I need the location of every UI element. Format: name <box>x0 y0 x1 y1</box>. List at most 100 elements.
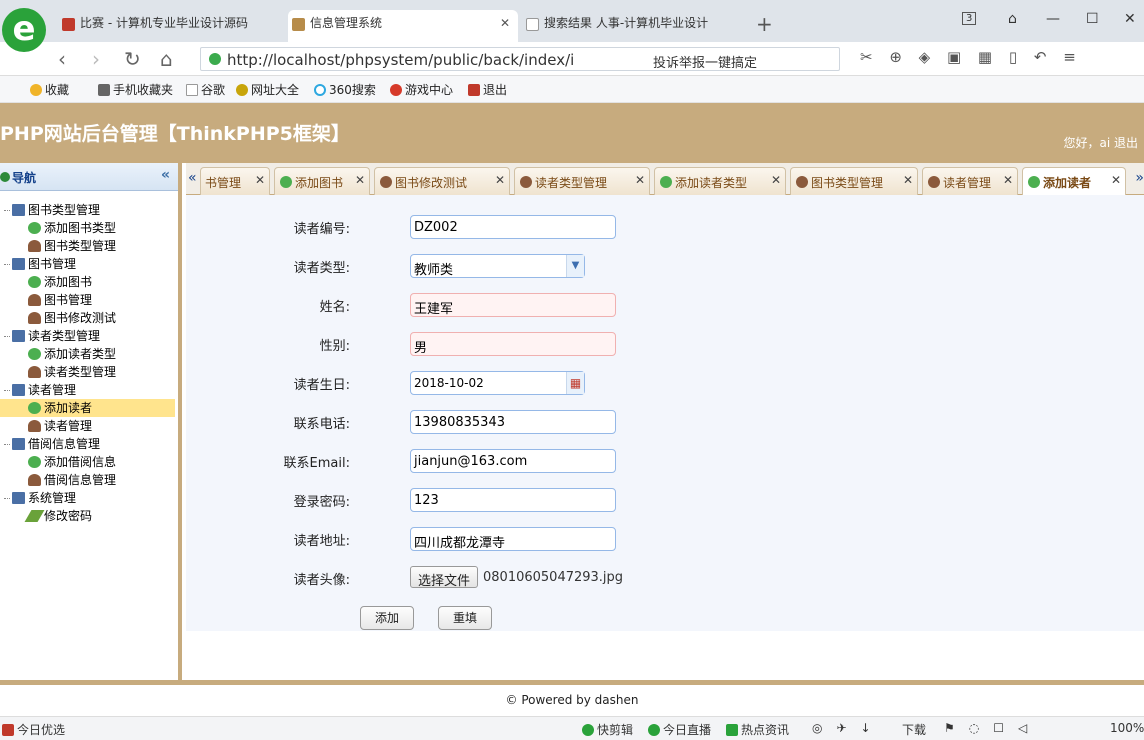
page-footer: © Powered by dashen <box>0 680 1144 716</box>
content-tab[interactable]: 图书类型管理 ✕ <box>790 167 918 195</box>
name-input[interactable]: 王建军 <box>410 293 616 317</box>
page-icon <box>292 18 305 31</box>
close-tab-icon[interactable]: ✕ <box>635 173 645 187</box>
game-icon <box>390 84 402 96</box>
tree-item[interactable]: 读者类型管理 <box>0 363 178 381</box>
status-icons[interactable]: ◎✈↓ <box>812 721 885 735</box>
home-icon[interactable]: ⌂ <box>160 47 173 71</box>
close-tab-icon[interactable]: ✕ <box>1111 173 1121 187</box>
address-input[interactable]: 四川成都龙潭寺 <box>410 527 616 551</box>
email-input[interactable]: jianjun@163.com <box>410 449 616 473</box>
bookmark-google[interactable]: 谷歌 <box>186 81 225 98</box>
choose-file-button[interactable]: 选择文件 <box>410 566 479 589</box>
tree-item[interactable]: 读者管理 <box>0 417 178 435</box>
content-tab[interactable]: 添加读者类型 ✕ <box>654 167 786 195</box>
tree-line <box>4 498 10 499</box>
browser-tab-1[interactable]: 比赛 - 计算机专业毕业设计源码 <box>58 10 286 42</box>
tree-group[interactable]: 图书管理 <box>0 255 178 273</box>
add-button[interactable]: 添加 <box>360 606 414 630</box>
tree-item[interactable]: 图书管理 <box>0 291 178 309</box>
content-tab-label: 图书类型管理 <box>811 176 884 190</box>
add-circle-icon <box>28 222 41 234</box>
content-tab[interactable]: 添加图书 ✕ <box>274 167 370 195</box>
tree-item[interactable]: 添加读者 <box>0 399 175 417</box>
forward-arrow-icon[interactable]: › <box>92 47 100 71</box>
tree-item[interactable]: 图书修改测试 <box>0 309 178 327</box>
maximize-button[interactable]: ☐ <box>1086 11 1099 27</box>
status-live[interactable]: 今日直播 <box>648 721 711 738</box>
browser-tab-3[interactable]: 搜索结果 人事-计算机毕业设计 <box>522 10 750 42</box>
scroll-tabs-right-icon[interactable]: » <box>1135 170 1144 186</box>
tree-item[interactable]: 添加图书类型 <box>0 219 178 237</box>
browser-tab-2[interactable]: 信息管理系统 ✕ <box>288 10 518 42</box>
tree-group[interactable]: 读者管理 <box>0 381 178 399</box>
tab-count-badge[interactable]: 3 <box>962 12 977 25</box>
bookmark-favorites[interactable]: 收藏 <box>30 81 69 98</box>
exit-icon <box>468 84 480 96</box>
user-greeting-logout[interactable]: 您好，ai 退出 <box>1063 134 1138 151</box>
url-text[interactable]: http://localhost/phpsystem/public/back/i… <box>227 51 574 69</box>
computer-group-icon <box>12 438 25 450</box>
content-tab[interactable]: 书管理 ✕ <box>200 167 270 195</box>
bookmark-games[interactable]: 游戏中心 <box>390 81 453 98</box>
content-tab[interactable]: 读者类型管理 ✕ <box>514 167 650 195</box>
status-quick-edit[interactable]: 快剪辑 <box>582 721 633 738</box>
close-tab-icon[interactable]: ✕ <box>1003 173 1013 187</box>
tree-label: 图书类型管理 <box>44 239 117 253</box>
reader-type-select[interactable]: 教师类 ▼ <box>410 254 585 278</box>
refresh-icon[interactable]: ↻ <box>124 47 141 71</box>
tree-group[interactable]: 图书类型管理 <box>0 201 178 219</box>
bookmark-mobile[interactable]: 手机收藏夹 <box>98 81 173 98</box>
reader-no-input[interactable]: DZ002 <box>410 215 616 239</box>
tree-item[interactable]: 借阅信息管理 <box>0 471 178 489</box>
phone-input[interactable]: 13980835343 <box>410 410 616 434</box>
birthday-datebox[interactable]: 2018-10-02 ▦ <box>410 371 585 395</box>
close-tab-icon[interactable]: ✕ <box>903 173 913 187</box>
close-window-button[interactable]: ✕ <box>1124 11 1136 27</box>
bookmark-label: 手机收藏夹 <box>113 83 174 97</box>
toolbar-icons[interactable]: ✂ ⊕ ◈ ▣ ▦ ▯ ↶ ≡ <box>860 48 1082 66</box>
tree-label: 读者管理 <box>44 419 93 433</box>
browser-tab-strip: e 比赛 - 计算机专业毕业设计源码 信息管理系统 ✕ 搜索结果 人事-计算机毕业… <box>0 0 1144 52</box>
content-tab[interactable]: 图书修改测试 ✕ <box>374 167 510 195</box>
status-today-picks[interactable]: 今日优选 <box>2 721 65 738</box>
tree-item[interactable]: 图书类型管理 <box>0 237 178 255</box>
close-tab-icon[interactable]: ✕ <box>771 173 781 187</box>
tree-item[interactable]: 添加读者类型 <box>0 345 178 363</box>
collapse-sidebar-icon[interactable]: « <box>161 167 170 183</box>
content-tab[interactable]: 添加读者 ✕ <box>1022 167 1126 196</box>
status-icons-2[interactable]: ⚑◌☐◁ <box>944 721 1041 735</box>
tree-item[interactable]: 添加借阅信息 <box>0 453 178 471</box>
search-hint[interactable]: 投诉举报一键搞定 <box>653 52 757 71</box>
bookmark-sites[interactable]: 网址大全 <box>236 81 299 98</box>
shirt-icon[interactable]: ⌂ <box>1008 11 1017 27</box>
tree-item[interactable]: 修改密码 <box>0 507 178 525</box>
tree-item[interactable]: 添加图书 <box>0 273 178 291</box>
close-tab-icon[interactable]: ✕ <box>500 16 510 30</box>
tree-group[interactable]: 系统管理 <box>0 489 178 507</box>
close-tab-icon[interactable]: ✕ <box>255 173 265 187</box>
gender-input[interactable]: 男 <box>410 332 616 356</box>
chevron-down-icon[interactable]: ▼ <box>566 255 584 277</box>
zoom-level[interactable]: 100% <box>1110 721 1144 735</box>
url-bar[interactable]: http://localhost/phpsystem/public/back/i… <box>200 47 840 71</box>
new-tab-button[interactable]: + <box>756 12 773 36</box>
bookmark-label: 谷歌 <box>201 83 226 97</box>
minimize-button[interactable]: — <box>1046 11 1060 27</box>
status-download[interactable]: 下载 <box>902 721 926 738</box>
close-tab-icon[interactable]: ✕ <box>355 173 365 187</box>
tree-group[interactable]: 借阅信息管理 <box>0 435 178 453</box>
password-input[interactable]: 123 <box>410 488 616 512</box>
close-tab-icon[interactable]: ✕ <box>495 173 505 187</box>
back-arrow-icon[interactable]: ‹ <box>58 47 66 71</box>
scroll-tabs-left-icon[interactable]: « <box>188 170 197 186</box>
content-tab[interactable]: 读者管理 ✕ <box>922 167 1018 195</box>
bookmark-label: 网址大全 <box>251 83 300 97</box>
bookmark-exit[interactable]: 退出 <box>468 81 507 98</box>
reset-button[interactable]: 重填 <box>438 606 492 630</box>
status-news[interactable]: 热点资讯 <box>726 721 789 738</box>
tree-group[interactable]: 读者类型管理 <box>0 327 178 345</box>
sidebar-title: 导航 <box>12 171 37 185</box>
bookmark-360[interactable]: 360搜索 <box>314 81 376 98</box>
calendar-icon[interactable]: ▦ <box>566 372 584 394</box>
